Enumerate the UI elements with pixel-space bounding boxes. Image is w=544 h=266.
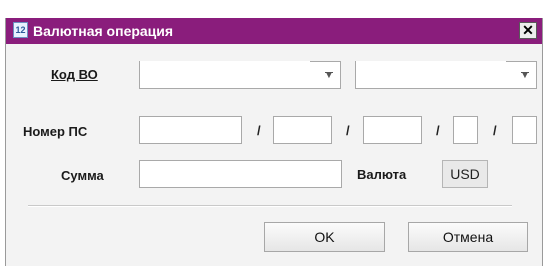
nomer-ps-separator: / [346, 123, 350, 138]
nomer-ps-part-1[interactable] [139, 116, 242, 144]
ok-button[interactable]: OK [264, 222, 385, 252]
dropdown-arrow-icon[interactable]: ▼ [322, 68, 336, 82]
close-button[interactable]: ✕ [519, 22, 537, 39]
app-icon: 12 [13, 22, 28, 38]
kod-vo-second-value[interactable] [356, 61, 506, 87]
kod-vo-second-combo[interactable]: ▼ [355, 61, 537, 89]
nomer-ps-separator: / [257, 123, 261, 138]
kod-vo-value[interactable] [140, 61, 310, 87]
nomer-ps-part-4[interactable] [453, 116, 478, 144]
dropdown-arrow-icon[interactable]: ▼ [518, 68, 532, 82]
summa-label: Сумма [61, 168, 104, 183]
title-bar[interactable]: 12 Валютная операция ✕ [6, 18, 542, 44]
nomer-ps-part-3[interactable] [363, 116, 422, 144]
nomer-ps-part-5[interactable] [512, 116, 537, 144]
nomer-ps-separator: / [436, 123, 440, 138]
valyuta-label: Валюта [357, 167, 407, 182]
separator-line [28, 205, 512, 207]
cancel-button[interactable]: Отмена [408, 222, 528, 252]
nomer-ps-part-2[interactable] [273, 116, 332, 144]
kod-vo-label[interactable]: Код ВО [51, 67, 98, 82]
nomer-ps-label: Номер ПС [23, 124, 88, 139]
nomer-ps-separator: / [493, 123, 497, 138]
window-title: Валютная операция [33, 23, 174, 39]
currency-value: USD [442, 160, 488, 188]
kod-vo-combo[interactable]: ▼ [139, 61, 341, 89]
summa-input[interactable] [139, 160, 342, 188]
